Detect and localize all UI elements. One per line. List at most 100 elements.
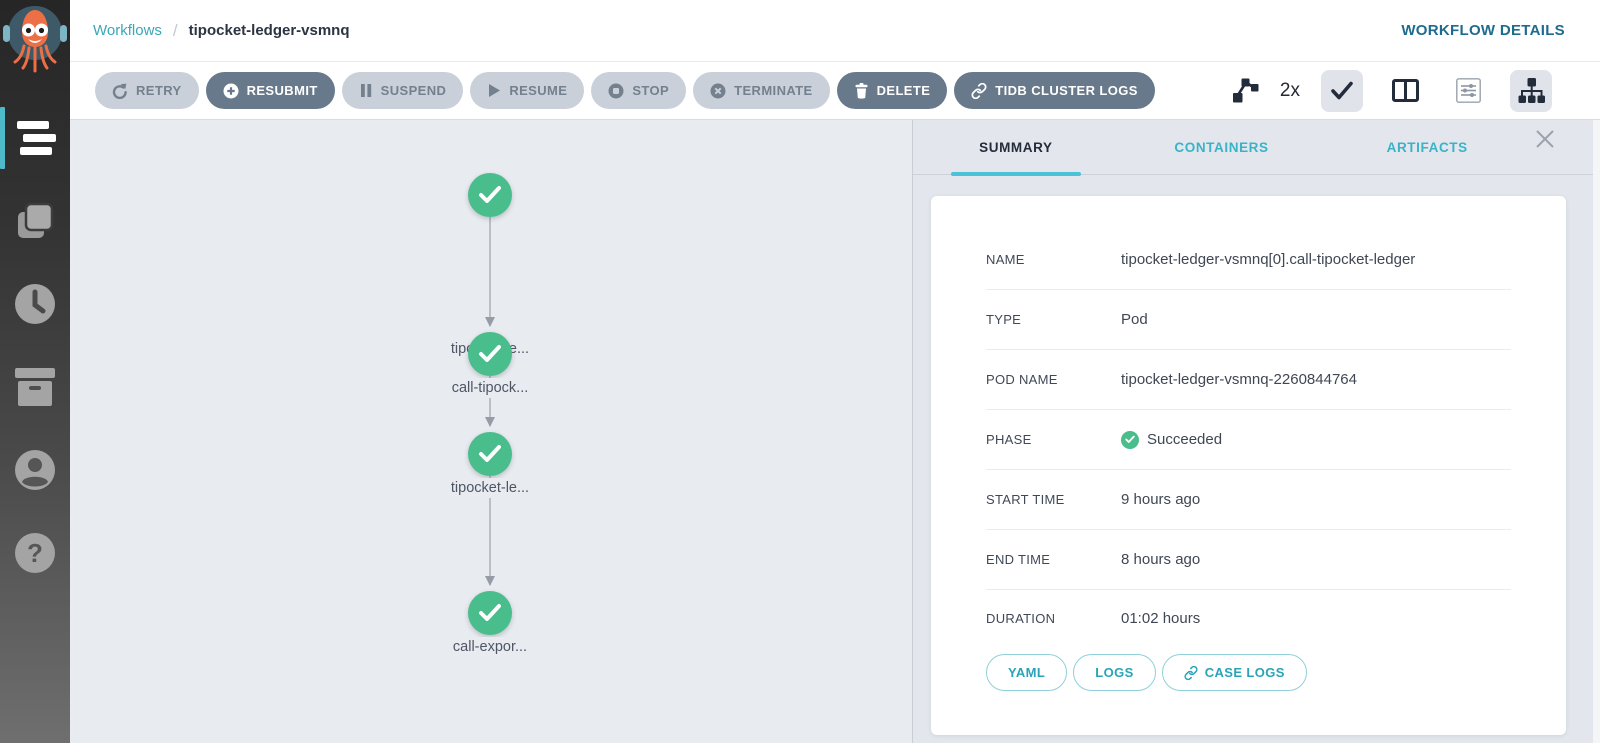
workflow-node[interactable]: [468, 432, 512, 476]
node-label[interactable]: call-expor...: [405, 637, 575, 657]
graph-layout-icon[interactable]: [1232, 78, 1259, 103]
sidebar-item-workflows[interactable]: [0, 114, 70, 162]
templates-layers-icon: [14, 200, 56, 242]
summary-row-pod-name: POD NAME tipocket-ledger-vsmnq-226084476…: [986, 350, 1511, 410]
button-label: TERMINATE: [734, 83, 812, 98]
tab-summary[interactable]: SUMMARY: [913, 120, 1119, 174]
button-label: SUSPEND: [381, 83, 447, 98]
row-value: tipocket-ledger-vsmnq-2260844764: [1121, 371, 1357, 388]
app-root: ? Workflows / tipocket-ledger-vsmnq WORK…: [0, 0, 1600, 743]
row-label: START TIME: [986, 492, 1121, 507]
sidebar-item-user[interactable]: [0, 446, 70, 494]
retry-button[interactable]: RETRY: [95, 72, 199, 109]
row-label: POD NAME: [986, 372, 1121, 387]
succeeded-check-icon: [1121, 431, 1139, 449]
argo-logo-icon: [0, 0, 70, 84]
tab-artifacts[interactable]: ARTIFACTS: [1324, 120, 1530, 174]
summary-row-end-time: END TIME 8 hours ago: [986, 530, 1511, 590]
button-label: RETRY: [136, 83, 182, 98]
button-label: STOP: [632, 83, 669, 98]
link-icon: [1184, 666, 1198, 680]
show-succeeded-toggle[interactable]: [1321, 70, 1363, 112]
button-label: TIDB CLUSTER LOGS: [995, 83, 1138, 98]
retry-icon: [112, 83, 128, 99]
resume-button[interactable]: RESUME: [470, 72, 584, 109]
resubmit-icon: [223, 83, 239, 99]
page-title: WORKFLOW DETAILS: [1401, 22, 1565, 39]
row-value: 9 hours ago: [1121, 491, 1200, 508]
summary-row-start-time: START TIME 9 hours ago: [986, 470, 1511, 530]
row-label: DURATION: [986, 611, 1121, 626]
summary-row-type: TYPE Pod: [986, 290, 1511, 350]
button-label: RESUBMIT: [247, 83, 318, 98]
close-icon: [1534, 128, 1556, 150]
summary-row-phase: PHASE Succeeded: [986, 410, 1511, 470]
node-options-toggle[interactable]: [1447, 70, 1489, 112]
link-icon: [971, 83, 987, 99]
node-label[interactable]: tipocket-le...: [405, 478, 575, 498]
delete-button[interactable]: DELETE: [837, 72, 948, 109]
sidebar-item-help[interactable]: ?: [0, 529, 70, 577]
row-label: END TIME: [986, 552, 1121, 567]
checkmark-icon: [1330, 80, 1354, 102]
content-row: tipocket-le... call-tipock... tipocket-l…: [70, 120, 1600, 743]
node-label[interactable]: call-tipock...: [405, 378, 575, 398]
sidebar: ?: [0, 0, 70, 743]
stop-icon: [608, 83, 624, 99]
sitemap-tree-icon: [1518, 78, 1545, 104]
button-label: DELETE: [877, 83, 931, 98]
sidebar-item-archive[interactable]: [0, 363, 70, 411]
close-panel-button[interactable]: [1530, 124, 1560, 154]
breadcrumb-workflows-link[interactable]: Workflows: [93, 22, 162, 39]
cron-clock-icon: [14, 283, 56, 325]
success-check-icon: [478, 344, 502, 364]
case-logs-button[interactable]: CASE LOGS: [1162, 654, 1307, 691]
toolbar: RETRY RESUBMIT SUSPEND RE: [70, 62, 1600, 120]
columns-icon: [1392, 79, 1419, 102]
pause-icon: [359, 83, 373, 98]
row-label: NAME: [986, 252, 1121, 267]
node-details-panel: SUMMARY CONTAINERS ARTIFACTS NAME tipock…: [913, 120, 1600, 743]
success-check-icon: [478, 444, 502, 464]
logs-button[interactable]: LOGS: [1073, 654, 1155, 691]
tree-view-toggle[interactable]: [1510, 70, 1552, 112]
row-value: 8 hours ago: [1121, 551, 1200, 568]
row-value: 01:02 hours: [1121, 610, 1200, 627]
row-label: PHASE: [986, 432, 1121, 447]
phase-text: Succeeded: [1147, 431, 1222, 448]
row-value: Succeeded: [1121, 431, 1222, 449]
resubmit-button[interactable]: RESUBMIT: [206, 72, 335, 109]
row-value: tipocket-ledger-vsmnq[0].call-tipocket-l…: [1121, 251, 1415, 268]
trash-icon: [854, 83, 869, 99]
terminate-button[interactable]: TERMINATE: [693, 72, 829, 109]
tab-containers[interactable]: CONTAINERS: [1119, 120, 1325, 174]
breadcrumb-separator: /: [173, 21, 178, 41]
row-value: Pod: [1121, 311, 1148, 328]
panel-tabs: SUMMARY CONTAINERS ARTIFACTS: [913, 120, 1600, 175]
panel-scrollbar[interactable]: [1593, 120, 1600, 743]
tidb-cluster-logs-button[interactable]: TIDB CLUSTER LOGS: [954, 72, 1155, 109]
summary-row-name: NAME tipocket-ledger-vsmnq[0].call-tipoc…: [986, 230, 1511, 290]
user-icon: [14, 449, 56, 491]
split-columns-toggle[interactable]: [1384, 70, 1426, 112]
summary-card: NAME tipocket-ledger-vsmnq[0].call-tipoc…: [931, 196, 1566, 735]
stop-button[interactable]: STOP: [591, 72, 686, 109]
button-label: RESUME: [509, 83, 567, 98]
workflow-graph-pane[interactable]: tipocket-le... call-tipock... tipocket-l…: [70, 120, 913, 743]
toolbar-right: 2x: [1232, 70, 1552, 112]
success-check-icon: [478, 185, 502, 205]
play-icon: [487, 83, 501, 98]
workflows-list-icon: [17, 121, 53, 155]
workflow-node[interactable]: [468, 173, 512, 217]
suspend-button[interactable]: SUSPEND: [342, 72, 464, 109]
sidebar-item-cron[interactable]: [0, 280, 70, 328]
workflow-node[interactable]: [468, 591, 512, 635]
zoom-level-label[interactable]: 2x: [1280, 80, 1300, 102]
workflow-node[interactable]: [468, 332, 512, 376]
summary-actions: YAML LOGS CASE LOGS: [986, 654, 1511, 691]
terminate-icon: [710, 83, 726, 99]
yaml-button[interactable]: YAML: [986, 654, 1067, 691]
archive-box-icon: [15, 368, 55, 406]
sidebar-item-templates[interactable]: [0, 197, 70, 245]
breadcrumb: Workflows / tipocket-ledger-vsmnq WORKFL…: [70, 0, 1600, 62]
